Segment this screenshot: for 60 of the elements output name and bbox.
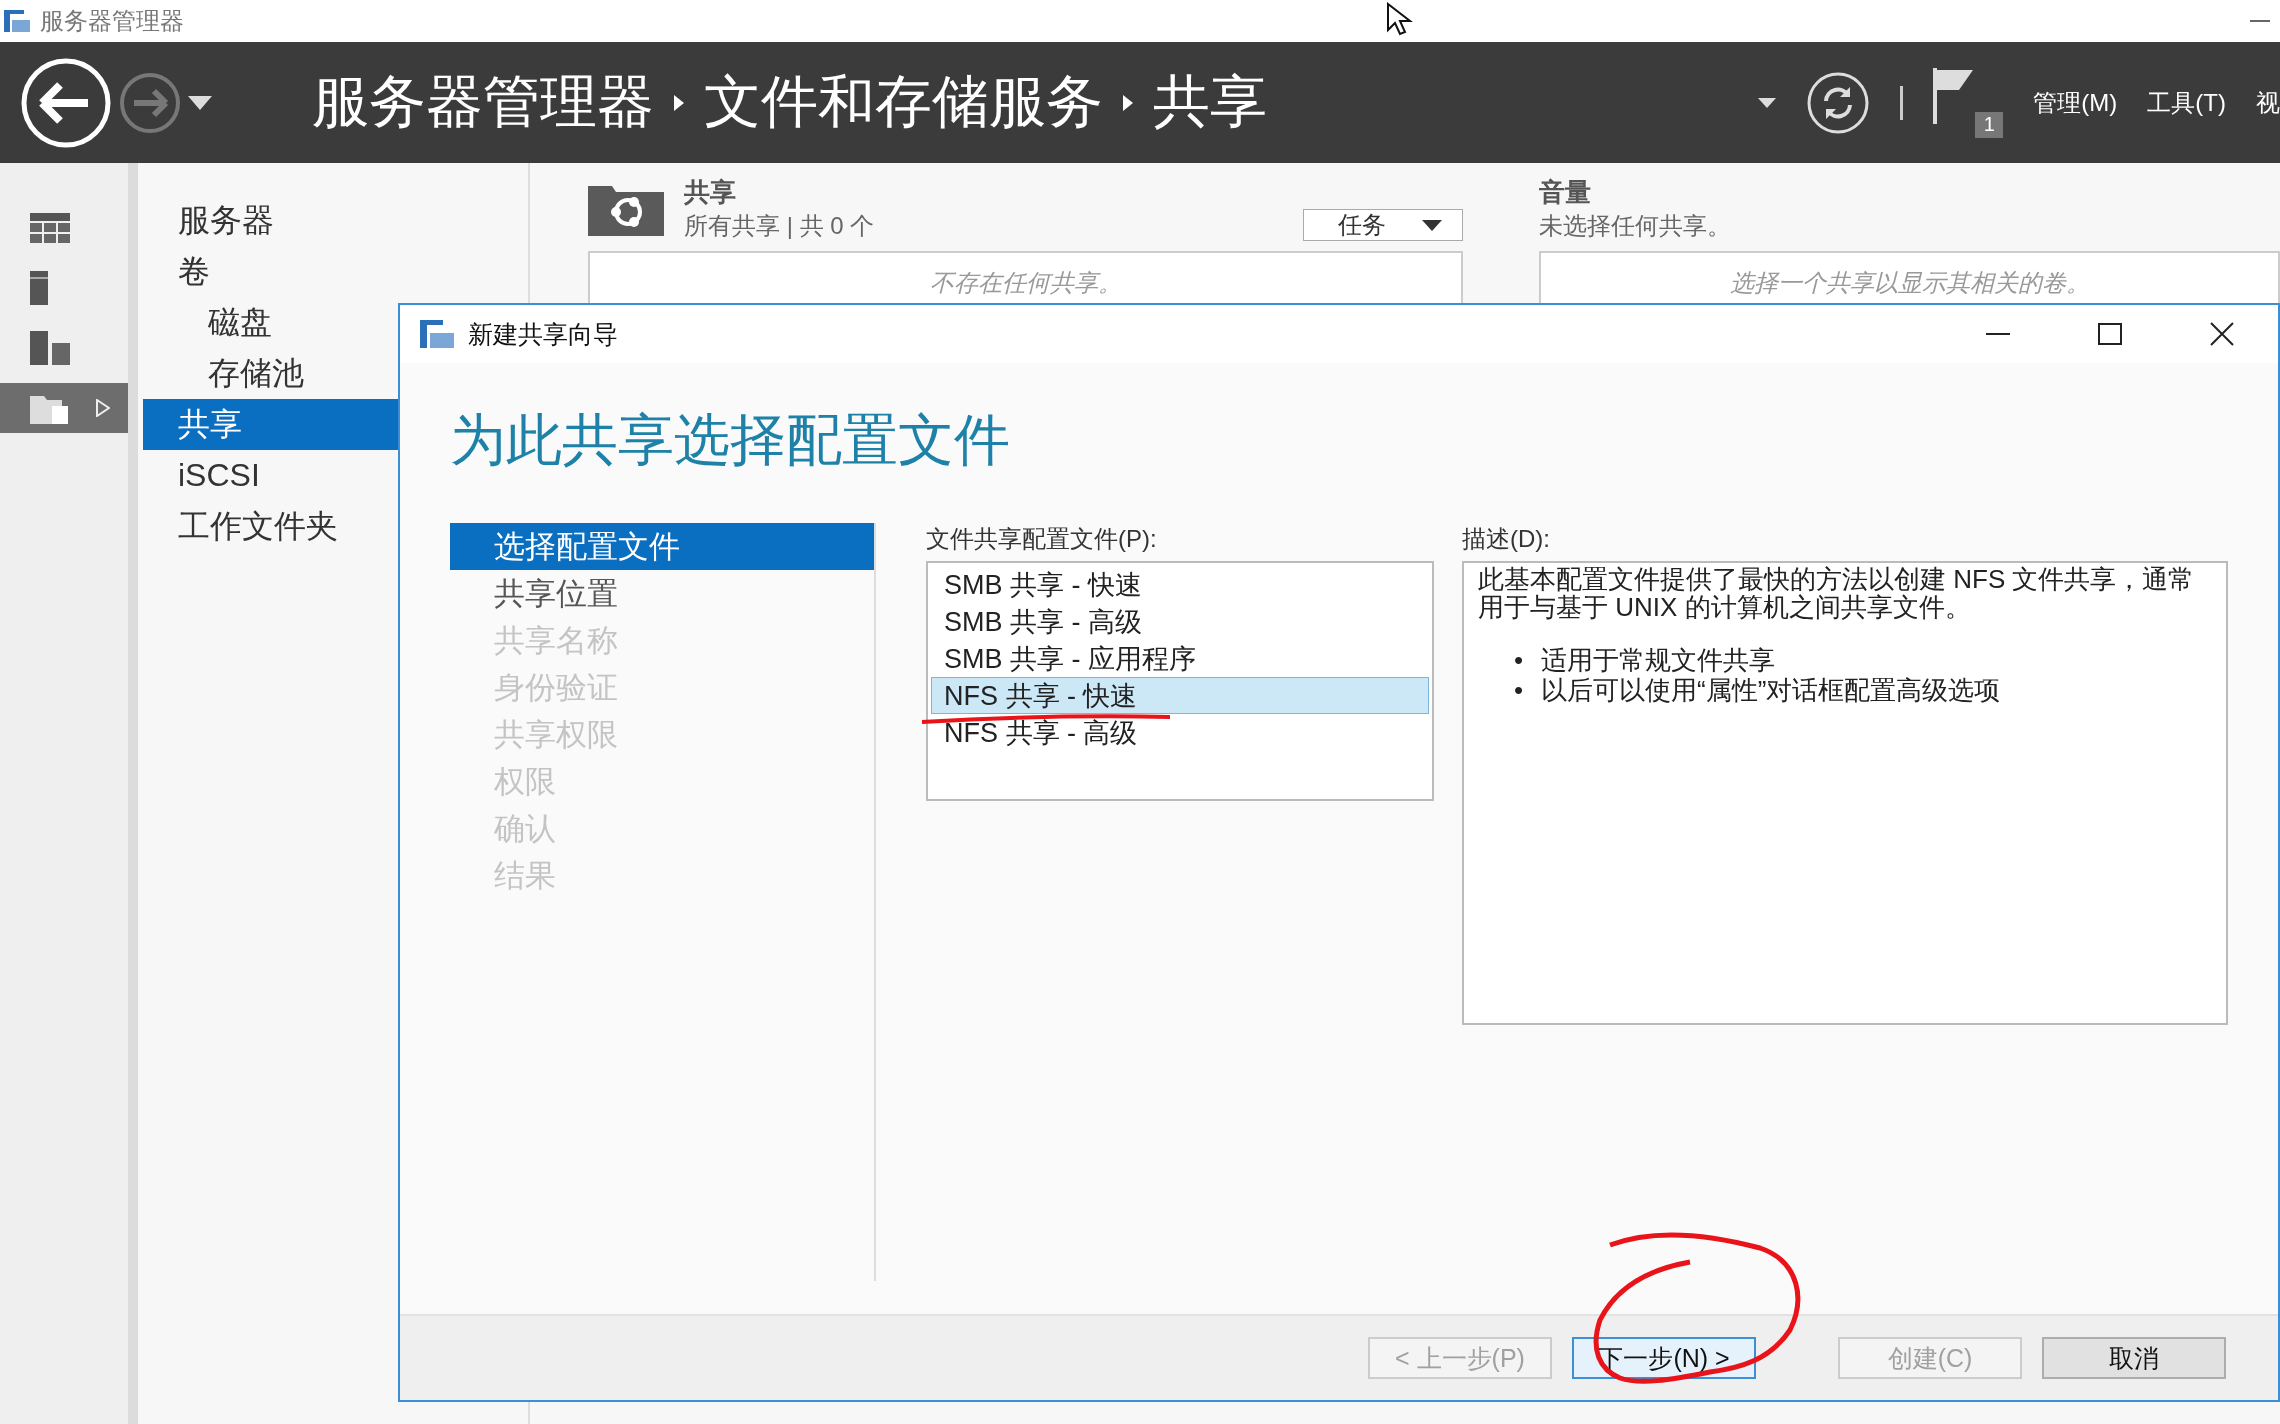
menu-item[interactable]: 管理(M): [2033, 86, 2118, 119]
list-item[interactable]: SMB 共享 - 高级: [931, 603, 1429, 640]
field-label: 文件共享配置文件(P):: [926, 524, 1158, 554]
maximize-icon: [2098, 323, 2122, 345]
minimize-icon: [1986, 333, 2010, 335]
list-item[interactable]: SMB 共享 - 应用程序: [931, 640, 1429, 677]
wizard-heading: 为此共享选择配置文件: [450, 407, 1011, 473]
sidebar-item[interactable]: 服务器: [138, 195, 396, 246]
forward-button[interactable]: [118, 70, 182, 135]
panel-title: 共享: [684, 175, 737, 209]
caret-icon[interactable]: [188, 95, 212, 110]
window-title: 服务器管理器: [40, 6, 184, 36]
back-button[interactable]: [20, 56, 112, 149]
panel-subtitle: 未选择任何共享。: [1539, 210, 1731, 241]
wizard-icon: [420, 320, 454, 348]
grid-icon: [30, 213, 70, 243]
menu-item[interactable]: 工具(T): [2147, 86, 2226, 119]
list-item[interactable]: NFS 共享 - 高级: [931, 714, 1429, 751]
minimize-icon: [2250, 20, 2270, 22]
sidebar-item[interactable]: 卷: [138, 246, 396, 297]
empty-message: 不存在任何共享。: [929, 268, 1122, 298]
bullet-marker: •: [1514, 645, 1524, 675]
expand-arrow-icon: [96, 399, 110, 417]
panel-subtitle: 所有共享 | 共 0 个: [684, 210, 875, 241]
app-icon: [4, 10, 30, 32]
nav-icon-button[interactable]: [0, 383, 128, 433]
breadcrumb-item[interactable]: 服务器管理器: [312, 64, 654, 141]
close-icon: [2210, 322, 2234, 346]
breadcrumb-item[interactable]: 共享: [1153, 64, 1267, 141]
caret-icon: [1422, 219, 1442, 231]
sidebar-item[interactable]: 工作文件夹: [138, 501, 396, 552]
field-label: 描述(D):: [1462, 524, 1551, 554]
list-item[interactable]: NFS 共享 - 快速: [931, 677, 1429, 714]
bullet-item: 以后可以使用“属性”对话框配置高级选项: [1541, 675, 2001, 705]
list-item[interactable]: SMB 共享 - 快速: [931, 566, 1429, 603]
server-icon: [30, 271, 48, 305]
description-text: 此基本配置文件提供了最快的方法以创建 NFS 文件共享，通常用于与基于 UNIX 的计算机之间共享文件。: [1478, 565, 2196, 621]
breadcrumb-item[interactable]: 文件和存储服务: [704, 64, 1103, 141]
wizard-button[interactable]: 取消: [2042, 1337, 2226, 1379]
bullet-marker: •: [1514, 675, 1524, 705]
wizard-step[interactable]: 共享位置: [450, 570, 874, 617]
notification-badge: 1: [1975, 111, 2004, 138]
profile-list[interactable]: SMB 共享 - 快速 SMB 共享 - 高级 SMB 共享 - 应用程序 NFS 共享 - 快速 NFS 共享 - 高级: [926, 561, 1434, 801]
wizard-step[interactable]: 选择配置文件: [450, 523, 874, 570]
chevron-icon: [1123, 94, 1133, 111]
bullet-item: 适用于常规文件共享: [1541, 645, 1776, 675]
servers-icon: [30, 331, 70, 365]
refresh-icon[interactable]: [1806, 70, 1871, 135]
tasks-dropdown[interactable]: 任务: [1303, 209, 1463, 241]
empty-message: 选择一个共享以显示其相关的卷。: [1729, 268, 2090, 298]
sidebar-item[interactable]: 存储池: [138, 348, 396, 399]
dialog-title: 新建共享向导: [468, 318, 618, 350]
sidebar-item[interactable]: iSCSI: [138, 450, 396, 501]
caret-icon[interactable]: [1758, 97, 1777, 108]
chevron-icon: [674, 94, 684, 111]
flag-icon[interactable]: [1933, 67, 1976, 124]
sidebar-item[interactable]: 磁盘: [138, 297, 396, 348]
sidebar-item[interactable]: 共享: [143, 399, 401, 450]
panel-title: 音量: [1539, 175, 1592, 209]
menu-item[interactable]: 视: [2256, 86, 2280, 119]
